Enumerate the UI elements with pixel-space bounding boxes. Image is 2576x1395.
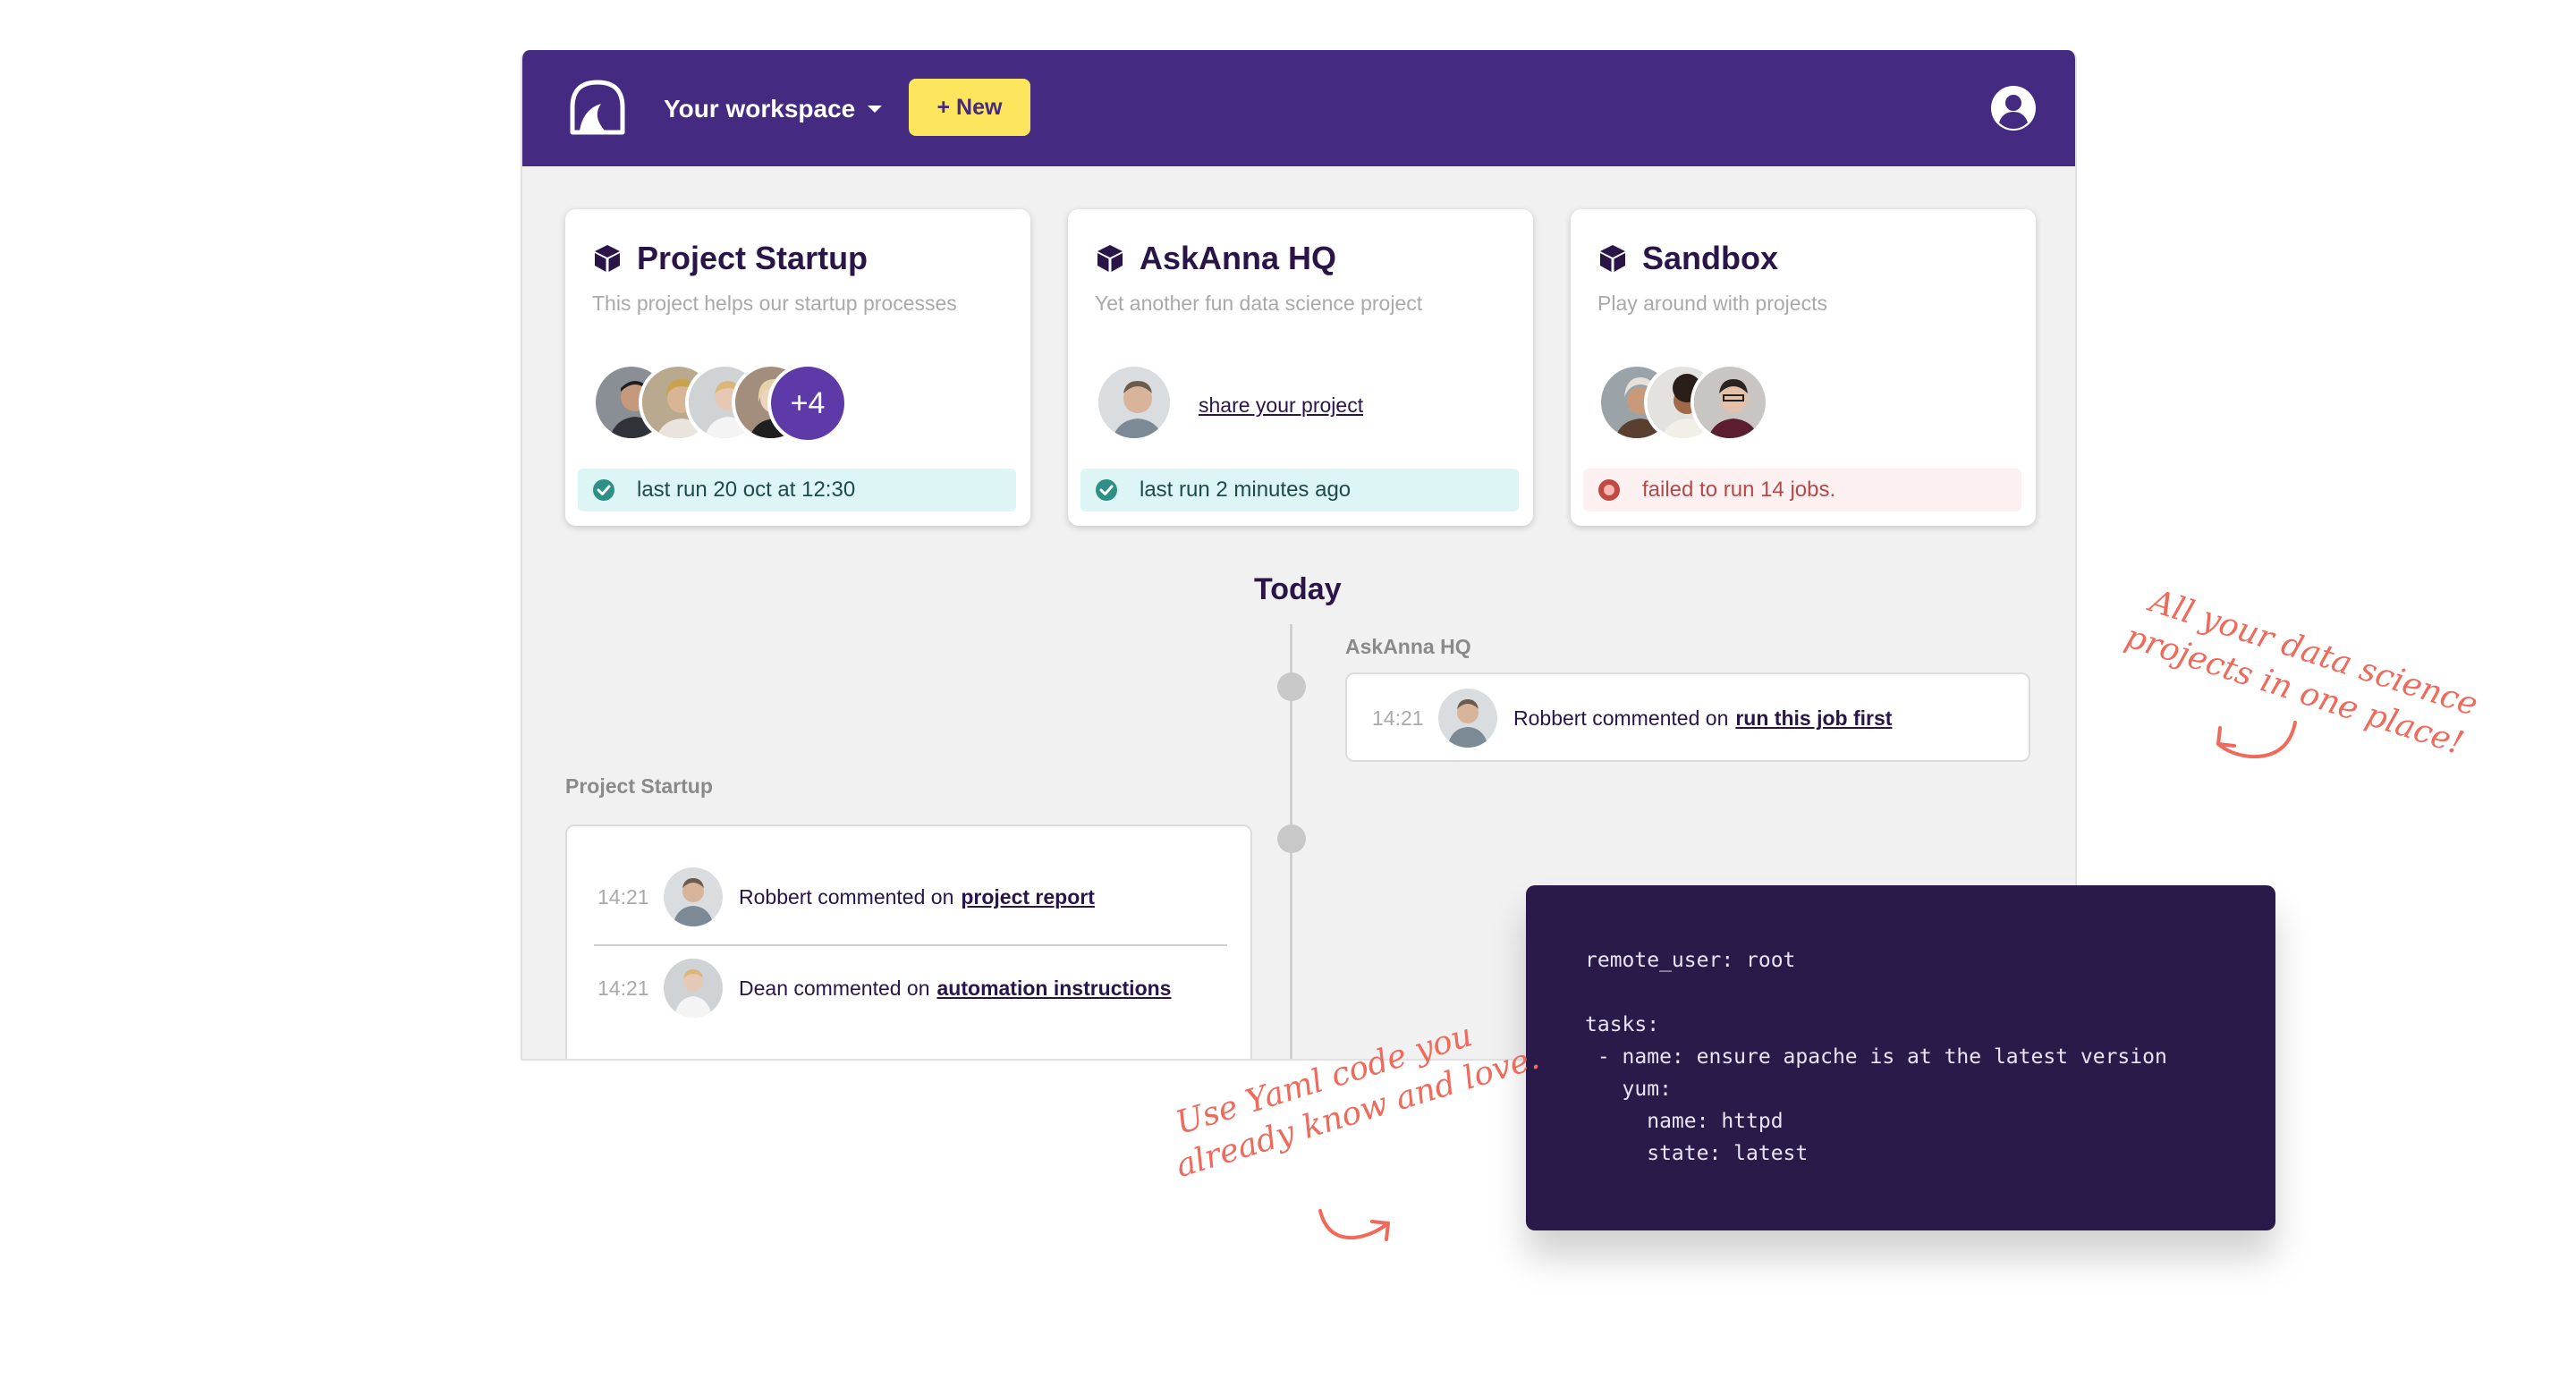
- activity-feed: 14:21 Robbert commented on project repor…: [565, 824, 1252, 1059]
- status-text: failed to run 14 jobs.: [1642, 478, 1836, 502]
- curved-arrow-icon: [2216, 721, 2297, 759]
- project-description: Yet another fun data science project: [1095, 292, 1423, 315]
- activity-link[interactable]: automation instructions: [937, 976, 1172, 1001]
- caret-down-icon: [868, 106, 883, 113]
- package-icon: [595, 245, 620, 272]
- package-icon: [1600, 245, 1625, 272]
- top-navigation-bar: Your workspace + New: [522, 50, 2075, 166]
- activity-entry: 14:21 Dean commented on automation instr…: [597, 959, 1171, 1018]
- project-title-text: Sandbox: [1642, 240, 1779, 276]
- project-status: last run 20 oct at 12:30: [578, 469, 1016, 512]
- yaml-code: remote_user: root tasks: - name: ensure …: [1585, 949, 2167, 1165]
- entry-divider: [594, 944, 1227, 946]
- workspace-label: Your workspace: [664, 95, 856, 123]
- avatar: [1095, 363, 1174, 442]
- project-card-sandbox[interactable]: Sandbox Play around with projects failed…: [1571, 209, 2036, 526]
- status-text: last run 20 oct at 12:30: [637, 478, 856, 502]
- package-icon: [1097, 245, 1123, 272]
- activity-time: 14:21: [1372, 706, 1424, 730]
- project-title-text: AskAnna HQ: [1140, 240, 1337, 276]
- activity-text: Robbert commented on: [1513, 706, 1729, 730]
- user-circle-icon[interactable]: [1989, 84, 2038, 132]
- share-project-link[interactable]: share your project: [1199, 393, 1363, 418]
- avatar: [1690, 363, 1769, 442]
- activity-link[interactable]: run this job first: [1735, 706, 1892, 731]
- project-title: AskAnna HQ: [1095, 240, 1336, 277]
- avatar: [1438, 689, 1497, 748]
- project-title: Project Startup: [592, 240, 868, 277]
- project-status: last run 2 minutes ago: [1080, 469, 1519, 512]
- timeline-dot: [1277, 672, 1306, 701]
- curved-arrow-icon: [1318, 1209, 1390, 1241]
- timeline-heading: Today: [1254, 572, 1342, 606]
- project-card-project-startup[interactable]: Project Startup This project helps our s…: [565, 209, 1030, 526]
- project-title: Sandbox: [1597, 240, 1778, 277]
- project-description: This project helps our startup processes: [592, 292, 957, 315]
- activity-entry: 14:21 Robbert commented on project repor…: [597, 867, 1095, 926]
- activity-text: Robbert commented on: [739, 884, 954, 909]
- timeline-group-label: AskAnna HQ: [1345, 635, 1471, 658]
- timeline-dot: [1277, 824, 1306, 853]
- project-description: Play around with projects: [1597, 292, 1827, 315]
- activity-entry: 14:21 Robbert commented on run this job …: [1372, 689, 1892, 748]
- project-title-text: Project Startup: [637, 240, 869, 276]
- more-members-badge[interactable]: +4: [767, 363, 848, 444]
- project-card-askanna-hq[interactable]: AskAnna HQ Yet another fun data science …: [1068, 209, 1533, 526]
- timeline-group-label: Project Startup: [565, 774, 713, 798]
- new-button[interactable]: + New: [909, 79, 1030, 136]
- activity-feed: 14:21 Robbert commented on run this job …: [1345, 672, 2030, 762]
- check-circle-icon: [1096, 479, 1117, 501]
- activity-time: 14:21: [597, 884, 649, 909]
- workspace-dropdown[interactable]: Your workspace: [664, 91, 883, 127]
- status-text: last run 2 minutes ago: [1140, 478, 1352, 502]
- askanna-logo-icon[interactable]: [565, 77, 630, 140]
- activity-time: 14:21: [597, 976, 649, 1000]
- yaml-code-panel: remote_user: root tasks: - name: ensure …: [1526, 885, 2275, 1230]
- alert-icon: [1598, 479, 1620, 501]
- avatar: [664, 959, 723, 1018]
- project-status: failed to run 14 jobs.: [1583, 469, 2021, 512]
- projects-annotation: All your data science projects in one pl…: [2121, 581, 2483, 765]
- activity-link[interactable]: project report: [961, 885, 1095, 909]
- activity-text: Dean commented on: [739, 976, 930, 1000]
- avatar: [664, 867, 723, 926]
- check-circle-icon: [593, 479, 614, 501]
